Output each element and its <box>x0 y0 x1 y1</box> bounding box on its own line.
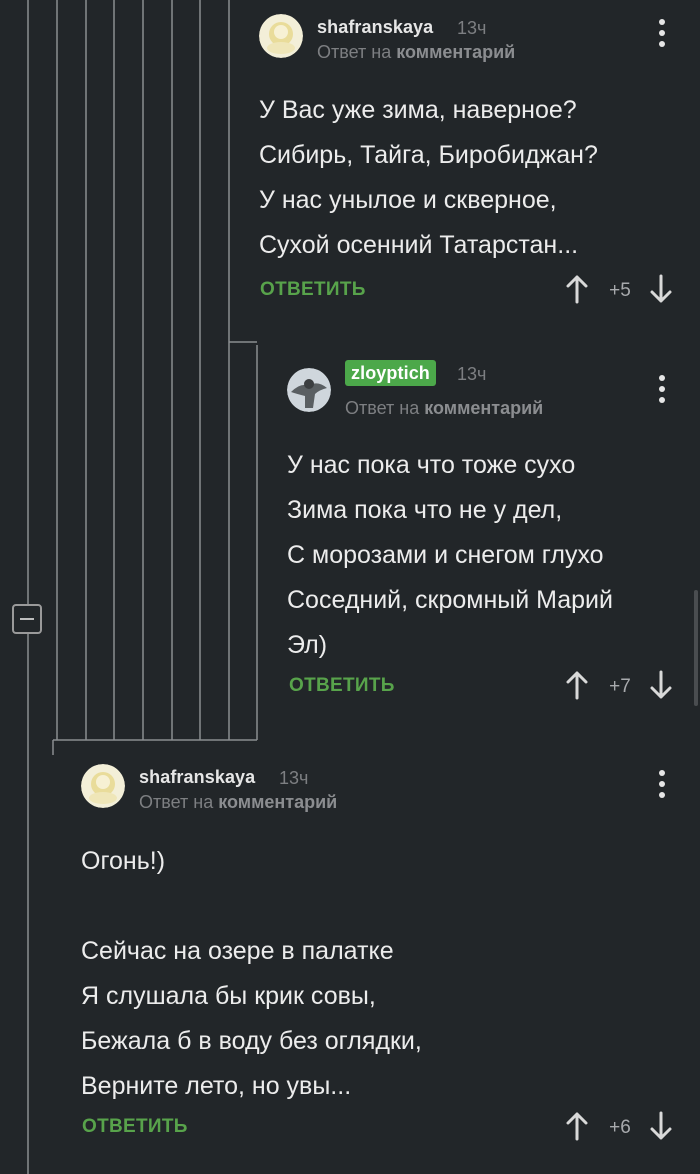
comment-line: Огонь!) <box>81 847 166 875</box>
reply-to-line: Ответ на комментарий <box>345 398 543 419</box>
avatar[interactable] <box>259 14 303 58</box>
arrow-down-icon[interactable] <box>646 1111 676 1141</box>
scrollbar[interactable] <box>694 590 698 706</box>
comment-body: У Вас уже зима, наверное? Сибирь, Тайга,… <box>259 88 598 268</box>
arrow-up-icon[interactable] <box>562 1111 592 1141</box>
comment-time: 13ч <box>457 364 487 384</box>
arrow-up-icon[interactable] <box>562 274 592 304</box>
arrow-up-icon[interactable] <box>562 670 592 700</box>
comment: shafranskaya 13ч Ответ на комментарий У … <box>259 14 700 324</box>
collapse-thread-button[interactable] <box>12 604 42 634</box>
reply-button[interactable]: ОТВЕТИТЬ <box>260 279 366 301</box>
author-name[interactable]: zloyptich <box>345 360 436 386</box>
reply-to-line: Ответ на комментарий <box>317 42 515 63</box>
reply-to-link[interactable]: комментарий <box>424 398 543 418</box>
comment-line: Я слушала бы крик совы, <box>81 982 376 1010</box>
comment-line: У нас унылое и скверное, <box>259 186 557 214</box>
more-vertical-icon[interactable] <box>652 768 672 800</box>
arrow-down-icon[interactable] <box>646 274 676 304</box>
reply-button[interactable]: ОТВЕТИТЬ <box>82 1116 188 1138</box>
comment-line: У нас пока что тоже сухо <box>287 451 576 479</box>
author-name[interactable]: shafranskaya <box>317 17 433 38</box>
comment-time: 13ч <box>279 768 309 788</box>
comment-line-empty <box>81 884 422 929</box>
reply-to-line: Ответ на комментарий <box>139 792 337 813</box>
comment-line: Соседний, скромный Марий <box>287 586 613 614</box>
comment-line: С морозами и снегом глухо <box>287 541 604 569</box>
vote-score: +7 <box>609 676 631 697</box>
avatar[interactable] <box>287 368 331 412</box>
reply-to-link[interactable]: комментарий <box>396 42 515 62</box>
comment-line: Сейчас на озере в палатке <box>81 937 394 965</box>
more-vertical-icon[interactable] <box>652 373 672 405</box>
comment-body: Огонь!) Сейчас на озере в палатке Я слуш… <box>81 839 422 1109</box>
comment-line: Эл) <box>287 631 328 659</box>
more-vertical-icon[interactable] <box>652 17 672 49</box>
comment-line: Зима пока что не у дел, <box>287 496 563 524</box>
reply-to-prefix: Ответ на <box>317 42 392 62</box>
author-name[interactable]: shafranskaya <box>139 767 255 788</box>
comment-time: 13ч <box>457 18 487 38</box>
comment-line: Сухой осенний Татарстан... <box>259 231 579 259</box>
vote-score: +5 <box>609 280 631 301</box>
comment-line: У Вас уже зима, наверное? <box>259 96 577 124</box>
avatar[interactable] <box>81 764 125 808</box>
comment-line: Бежала б в воду без оглядки, <box>81 1027 422 1055</box>
arrow-down-icon[interactable] <box>646 670 676 700</box>
comment: shafranskaya 13ч Ответ на комментарий Ог… <box>81 764 700 1164</box>
comment: zloyptich 13ч Ответ на комментарий У нас… <box>287 360 700 710</box>
reply-to-prefix: Ответ на <box>139 792 214 812</box>
comment-line: Сибирь, Тайга, Биробиджан? <box>259 141 598 169</box>
vote-score: +6 <box>609 1117 631 1138</box>
reply-to-prefix: Ответ на <box>345 398 420 418</box>
comment-body: У нас пока что тоже сухо Зима пока что н… <box>287 443 613 668</box>
reply-to-link[interactable]: комментарий <box>218 792 337 812</box>
comment-line: Верните лето, но увы... <box>81 1072 352 1100</box>
reply-button[interactable]: ОТВЕТИТЬ <box>289 675 395 697</box>
